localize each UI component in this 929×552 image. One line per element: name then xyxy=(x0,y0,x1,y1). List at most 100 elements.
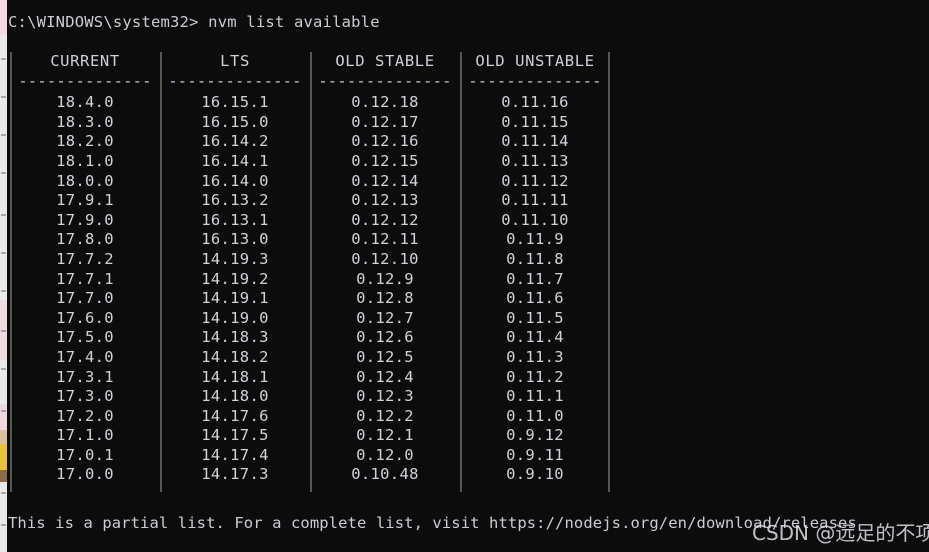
version-cell: 17.7.1 xyxy=(56,269,114,288)
version-cell: 0.11.8 xyxy=(506,249,564,268)
version-cell: 17.0.0 xyxy=(56,465,114,484)
version-cell: 16.14.2 xyxy=(201,132,269,151)
version-cell: 0.12.12 xyxy=(351,210,419,229)
version-cell: 16.13.2 xyxy=(201,191,269,210)
version-cell: 0.11.11 xyxy=(501,191,569,210)
version-cell: 17.1.0 xyxy=(56,426,114,445)
version-cell: 14.19.2 xyxy=(201,269,269,288)
version-cell: 0.9.11 xyxy=(506,445,564,464)
column-cells: 0.12.18 0.12.17 0.12.16 0.12.15 0.12.14 0.12.… xyxy=(312,93,458,485)
version-cell: 14.18.1 xyxy=(201,367,269,386)
version-cell: 16.14.1 xyxy=(201,151,269,170)
column-rule: -------------- xyxy=(18,71,152,90)
version-cell: 0.11.10 xyxy=(501,210,569,229)
version-cell: 0.12.1 xyxy=(356,426,414,445)
version-cell: 17.7.0 xyxy=(56,289,114,308)
version-cell: 0.11.13 xyxy=(501,151,569,170)
version-cell: 14.18.0 xyxy=(201,387,269,406)
version-cell: 14.18.2 xyxy=(201,347,269,366)
version-cell: 14.18.3 xyxy=(201,328,269,347)
version-cell: 18.3.0 xyxy=(56,112,114,131)
version-cell: 17.6.0 xyxy=(56,308,114,327)
version-cell: 0.12.9 xyxy=(356,269,414,288)
column-header: CURRENT xyxy=(50,52,120,70)
version-cell: 0.12.18 xyxy=(351,93,419,112)
version-cell: 0.11.16 xyxy=(501,93,569,112)
version-cell: 0.12.11 xyxy=(351,230,419,249)
version-cell: 17.2.0 xyxy=(56,406,114,425)
version-cell: 0.12.3 xyxy=(356,387,414,406)
column-header: OLD UNSTABLE xyxy=(475,52,595,70)
version-cell: 17.0.1 xyxy=(56,445,114,464)
version-cell: 0.12.15 xyxy=(351,151,419,170)
version-cell: 14.19.0 xyxy=(201,308,269,327)
version-cell: 0.12.2 xyxy=(356,406,414,425)
column-rule: -------------- xyxy=(468,71,602,90)
version-cell: 14.19.1 xyxy=(201,289,269,308)
version-cell: 16.14.0 xyxy=(201,171,269,190)
version-cell: 17.5.0 xyxy=(56,328,114,347)
version-cell: 0.11.0 xyxy=(506,406,564,425)
version-cell: 0.11.1 xyxy=(506,387,564,406)
column-header: OLD STABLE xyxy=(335,52,435,70)
table-column: CURRENT -------------- 18.4.0 18.3.0 18.2.0 1… xyxy=(12,52,158,485)
version-cell: 17.9.0 xyxy=(56,210,114,229)
version-cell: 18.0.0 xyxy=(56,171,114,190)
terminal-window[interactable]: C:\WINDOWS\system32> nvm list available … xyxy=(0,0,929,552)
version-cell: 14.17.6 xyxy=(201,406,269,425)
version-cell: 0.9.10 xyxy=(506,465,564,484)
version-cell: 17.9.1 xyxy=(56,191,114,210)
version-cell: 14.17.3 xyxy=(201,465,269,484)
column-cells: 0.11.16 0.11.15 0.11.14 0.11.13 0.11.12 0.11.… xyxy=(462,93,608,485)
version-cell: 0.12.5 xyxy=(356,347,414,366)
version-cell: 17.8.0 xyxy=(56,230,114,249)
version-cell: 0.11.5 xyxy=(506,308,564,327)
version-cell: 0.12.7 xyxy=(356,308,414,327)
version-cell: 17.3.1 xyxy=(56,367,114,386)
version-cell: 0.11.12 xyxy=(501,171,569,190)
version-cell: 0.11.4 xyxy=(506,328,564,347)
version-cell: 0.12.8 xyxy=(356,289,414,308)
version-cell: 0.11.2 xyxy=(506,367,564,386)
table-column: LTS -------------- 16.15.1 16.15.0 16.14.2 16… xyxy=(162,52,308,485)
version-cell: 0.12.16 xyxy=(351,132,419,151)
version-cell: 0.11.9 xyxy=(506,230,564,249)
version-cell: 0.10.48 xyxy=(351,465,419,484)
command-prompt-line: C:\WINDOWS\system32> nvm list available xyxy=(8,13,380,31)
version-cell: 0.12.6 xyxy=(356,328,414,347)
column-header: LTS xyxy=(220,52,250,70)
version-cell: 18.2.0 xyxy=(56,132,114,151)
column-rule: -------------- xyxy=(318,71,452,90)
version-cell: 0.12.17 xyxy=(351,112,419,131)
version-cell: 18.4.0 xyxy=(56,93,114,112)
version-cell: 17.4.0 xyxy=(56,347,114,366)
column-cells: 18.4.0 18.3.0 18.2.0 18.1.0 18.0.0 17.9.1 17.9… xyxy=(12,93,158,485)
version-cell: 0.11.6 xyxy=(506,289,564,308)
column-cells: 16.15.1 16.15.0 16.14.2 16.14.1 16.14.0 16.13… xyxy=(162,93,308,485)
partial-list-note: This is a partial list. For a complete l… xyxy=(8,514,857,532)
version-cell: 17.7.2 xyxy=(56,249,114,268)
version-cell: 16.13.0 xyxy=(201,230,269,249)
version-cell: 0.12.13 xyxy=(351,191,419,210)
version-cell: 0.9.12 xyxy=(506,426,564,445)
version-cell: 0.11.7 xyxy=(506,269,564,288)
version-cell: 0.11.15 xyxy=(501,112,569,131)
version-cell: 17.3.0 xyxy=(56,387,114,406)
version-cell: 16.15.0 xyxy=(201,112,269,131)
page-edge-strip xyxy=(0,0,7,552)
version-cell: 16.15.1 xyxy=(201,93,269,112)
version-cell: 18.1.0 xyxy=(56,151,114,170)
version-cell: 0.12.0 xyxy=(356,445,414,464)
column-rule: -------------- xyxy=(168,71,302,90)
version-cell: 0.12.4 xyxy=(356,367,414,386)
version-cell: 0.12.10 xyxy=(351,249,419,268)
version-cell: 0.12.14 xyxy=(351,171,419,190)
table-rail-right xyxy=(608,52,610,492)
table-column: OLD STABLE -------------- 0.12.18 0.12.17 0.… xyxy=(312,52,458,485)
version-cell: 0.11.3 xyxy=(506,347,564,366)
version-cell: 14.17.5 xyxy=(201,426,269,445)
version-cell: 14.17.4 xyxy=(201,445,269,464)
version-cell: 14.19.3 xyxy=(201,249,269,268)
version-cell: 16.13.1 xyxy=(201,210,269,229)
table-column: OLD UNSTABLE -------------- 0.11.16 0.11.15… xyxy=(462,52,608,485)
